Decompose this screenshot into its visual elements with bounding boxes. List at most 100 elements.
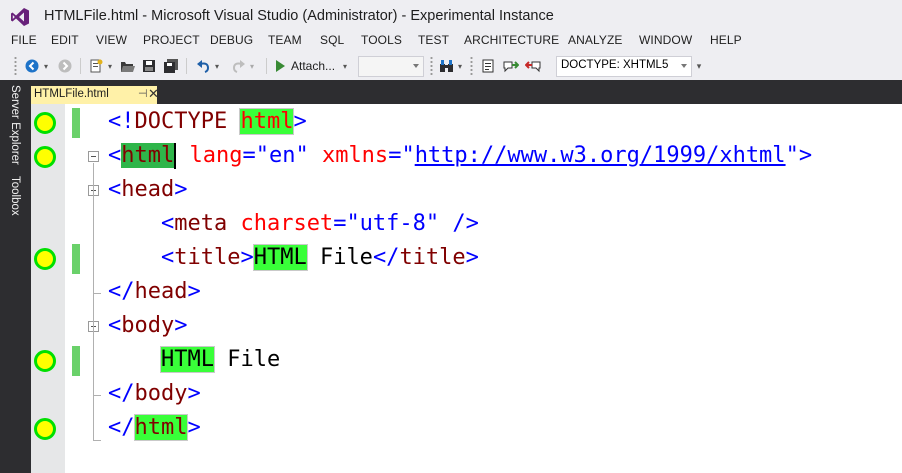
outline-guide-end [93,395,101,396]
undo-button[interactable] [194,55,212,77]
tab-label: HTMLFile.html [34,88,109,100]
menu-analyze[interactable]: ANALYZE [568,33,623,47]
menu-team[interactable]: TEAM [268,33,302,47]
code-line-9[interactable]: </body> [108,377,201,411]
menu-window[interactable]: WINDOW [639,33,692,47]
menu-file[interactable]: FILE [11,33,37,47]
xmlns-url-link[interactable]: http://www.w3.org/1999/xhtml [415,143,786,168]
code-line-7[interactable]: <body> [108,309,187,343]
open-folder-icon [120,61,135,72]
navigate-back-button[interactable] [23,55,41,77]
body-tag: body [121,313,175,338]
server-explorer-tab[interactable]: Server Explorer [9,85,21,165]
pin-icon[interactable]: ⊣ [138,87,148,100]
undo-dropdown-icon[interactable]: ▾ [213,55,221,77]
find-dropdown-icon[interactable]: ▾ [456,55,464,77]
attach-dropdown-icon[interactable]: ▾ [343,62,347,71]
left-tool-rail: Server Explorer Toolbox [0,80,31,473]
quote: " [401,143,415,168]
menu-architecture[interactable]: ARCHITECTURE [464,33,559,47]
navigate-forward-button[interactable] [56,55,74,77]
collapse-html-icon[interactable] [88,151,99,162]
delimiter: > [174,177,188,202]
redo-dropdown-icon[interactable]: ▾ [248,55,256,77]
title-bar: HTMLFile.html - Microsoft Visual Studio … [0,0,902,32]
delimiter: = [388,143,402,168]
find-in-files-button[interactable] [438,55,456,77]
menu-help[interactable]: HELP [710,33,742,47]
code-line-10[interactable]: </html> [108,411,201,445]
body-text-highlight: HTML [159,346,215,373]
title-text-highlight: HTML [252,244,308,271]
code-line-3[interactable]: <head> [108,173,187,207]
delimiter: < [160,245,175,270]
breakpoint-icon[interactable] [34,248,56,270]
code-line-2[interactable]: <html lang="en" xmlns="http://www.w3.org… [108,139,812,173]
delimiter: > [187,381,201,406]
menu-edit[interactable]: EDIT [51,33,79,47]
delimiter: </ [372,245,400,270]
previous-error-button[interactable] [524,55,542,77]
solution-configuration-combo[interactable] [358,56,424,77]
play-icon [276,60,285,72]
code-line-5[interactable]: <title>HTML File</title> [108,241,479,275]
code-line-6[interactable]: </head> [108,275,201,309]
next-error-icon [503,60,519,72]
delimiter: /> [439,211,479,236]
redo-icon [232,59,245,73]
doctype-value: DOCTYPE: XHTML5 [561,59,669,71]
html-close-tag-highlight: html [133,414,189,441]
menu-view[interactable]: VIEW [96,33,127,47]
menu-test[interactable]: TEST [418,33,449,47]
open-file-button[interactable] [118,55,136,77]
menu-debug[interactable]: DEBUG [210,33,253,47]
toolbox-tab[interactable]: Toolbox [9,176,21,216]
new-project-icon [90,59,103,73]
validate-document-button[interactable] [479,55,497,77]
delimiter: = [333,211,347,236]
toolbar-grip[interactable] [430,56,433,76]
attribute-lang: lang [176,143,243,168]
attach-button[interactable]: Attach... ▾ [276,56,347,76]
new-dropdown-icon[interactable]: ▾ [106,55,114,77]
breakpoint-icon[interactable] [34,350,56,372]
save-button[interactable] [140,55,158,77]
attach-label: Attach... [291,59,336,73]
delimiter: > [174,313,188,338]
toolbar-separator [186,58,187,74]
delimiter: <! [108,109,135,134]
doctype-html-highlight: html [239,108,295,135]
code-editor[interactable]: <!DOCTYPE html> <html lang="en" xmlns="h… [31,104,902,473]
breakpoint-icon[interactable] [34,146,56,168]
new-project-button[interactable] [87,55,105,77]
doctype-keyword: DOCTYPE [134,109,241,134]
toolbar-grip[interactable] [14,56,17,76]
code-line-1[interactable]: <!DOCTYPE html> [108,105,307,139]
delimiter: > [465,245,479,270]
menu-tools[interactable]: TOOLS [361,33,402,47]
standard-toolbar: ▾ ▾ ▾ ▾ Attach... ▾ ▾ DOCTYPE: XHTML5 ▾ [0,52,902,80]
redo-button[interactable] [229,55,247,77]
toolbar-grip[interactable] [470,56,473,76]
save-all-button[interactable] [162,55,180,77]
breakpoint-icon[interactable] [34,418,56,440]
toolbar-options-icon[interactable]: ▾ [694,55,704,77]
body-text: File [213,347,281,372]
outline-guide [93,163,94,441]
code-line-8[interactable]: HTML File [108,343,280,377]
tab-htmlfile[interactable]: HTMLFile.html ⊣ ✕ [31,86,159,104]
back-dropdown-icon[interactable]: ▾ [42,55,50,77]
code-line-4[interactable]: <meta charset="utf-8" /> [108,207,479,241]
doctype-combo[interactable]: DOCTYPE: XHTML5 [556,56,692,77]
combo-arrow-icon [413,64,419,68]
change-indicator [72,346,80,376]
delimiter: > [240,245,254,270]
menu-project[interactable]: PROJECT [143,33,200,47]
outline-guide-end [93,440,101,441]
close-icon[interactable]: ✕ [148,86,159,102]
next-error-button[interactable] [501,55,519,77]
menu-sql[interactable]: SQL [320,33,344,47]
breakpoint-icon[interactable] [34,112,56,134]
head-close-tag: head [134,279,188,304]
